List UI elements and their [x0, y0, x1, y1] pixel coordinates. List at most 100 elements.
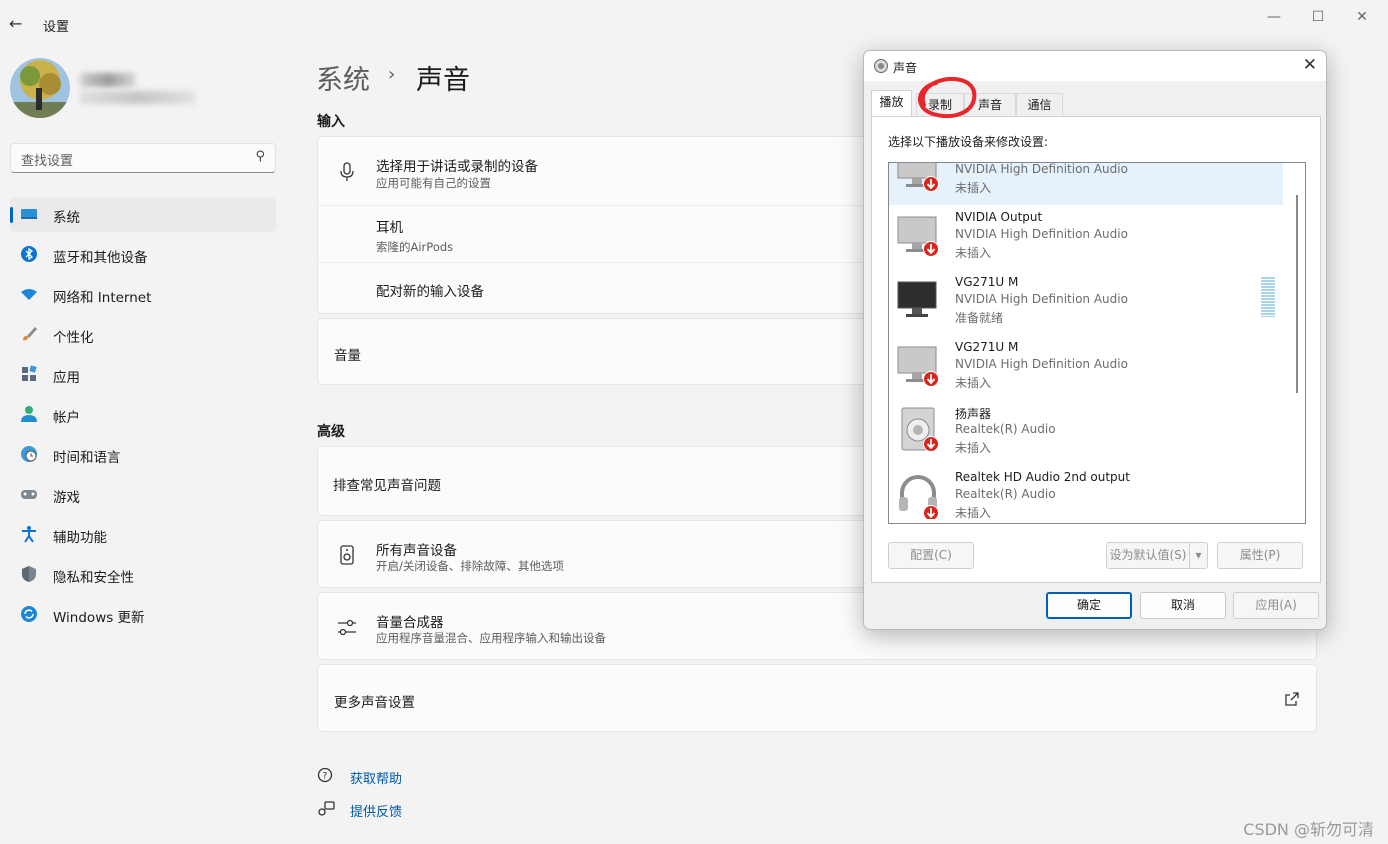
- device-driver: NVIDIA High Definition Audio: [955, 162, 1128, 176]
- scrollbar[interactable]: [1289, 163, 1305, 523]
- maximize-icon[interactable]: ☐: [1309, 8, 1327, 26]
- user-name-blurred: [80, 73, 135, 87]
- wifi-icon: [21, 289, 37, 300]
- device-subtitle: 索隆的AirPods: [376, 240, 454, 254]
- monitor-icon: [897, 163, 939, 192]
- sidebar-item-time-language[interactable]: 时间和语言: [10, 437, 276, 472]
- sidebar-item-accessibility[interactable]: 辅助功能: [10, 517, 276, 552]
- sidebar-item-system[interactable]: 系统: [10, 197, 276, 232]
- device-status: 未插入: [955, 441, 992, 455]
- mixer-icon: [338, 619, 356, 636]
- instruction-text: 选择以下播放设备来修改设置:: [888, 135, 1049, 149]
- device-driver: NVIDIA High Definition Audio: [955, 292, 1128, 306]
- playback-device-list[interactable]: NVIDIA High Definition Audio 未插入 NVIDIA …: [888, 162, 1306, 524]
- sidebar-item-label: 帐户: [53, 410, 80, 426]
- more-sound-settings-card[interactable]: 更多声音设置: [317, 664, 1317, 732]
- sidebar-item-personalization[interactable]: 个性化: [10, 317, 276, 352]
- sidebar-item-label: 游戏: [53, 490, 80, 506]
- scrollbar-thumb[interactable]: [1296, 195, 1298, 393]
- pair-label: 配对新的输入设备: [376, 284, 484, 300]
- external-link-icon: [1285, 692, 1299, 706]
- ok-button[interactable]: 确定: [1046, 592, 1132, 619]
- list-item[interactable]: NVIDIA Output NVIDIA High Definition Aud…: [889, 205, 1283, 270]
- help-icon: ?: [317, 767, 333, 783]
- apply-button[interactable]: 应用(A): [1233, 592, 1319, 619]
- get-help-link[interactable]: 获取帮助: [350, 768, 402, 787]
- device-name: VG271U M: [955, 275, 1019, 289]
- list-item[interactable]: 扬声器 Realtek(R) Audio 未插入: [889, 400, 1283, 465]
- playback-panel: 选择以下播放设备来修改设置: NVIDIA High Definition Au…: [871, 116, 1321, 583]
- mixer-subtitle: 应用程序音量混合、应用程序输入和输出设备: [376, 631, 606, 645]
- dialog-title: 声音: [893, 61, 918, 75]
- sidebar-item-gaming[interactable]: 游戏: [10, 477, 276, 512]
- microphone-icon: [340, 162, 354, 181]
- input-card-title: 选择用于讲话或录制的设备: [376, 159, 538, 175]
- user-email-blurred: [80, 91, 195, 104]
- cancel-button[interactable]: 取消: [1140, 592, 1226, 619]
- set-default-button[interactable]: 设为默认值(S): [1106, 542, 1190, 569]
- input-card-subtitle: 应用可能有自己的设置: [376, 176, 491, 190]
- list-item[interactable]: NVIDIA High Definition Audio 未插入: [889, 162, 1283, 205]
- device-status: 未插入: [955, 181, 992, 195]
- annotation-circle: [917, 76, 977, 119]
- search-input[interactable]: 查找设置 ⚲: [10, 143, 276, 173]
- volume-label: 音量: [334, 348, 361, 364]
- avatar[interactable]: [10, 58, 70, 118]
- sidebar-item-label: 系统: [53, 210, 80, 226]
- globe-clock-icon: [21, 446, 37, 462]
- sidebar-item-privacy[interactable]: 隐私和安全性: [10, 557, 276, 592]
- troubleshoot-label: 排查常见声音问题: [333, 478, 441, 494]
- tab-communications[interactable]: 通信: [1016, 93, 1063, 116]
- breadcrumb-separator: ›: [388, 64, 396, 85]
- section-heading-advanced: 高级: [317, 424, 345, 440]
- svg-text:?: ?: [323, 772, 328, 782]
- give-feedback-link[interactable]: 提供反馈: [350, 801, 402, 820]
- page-title: 声音: [416, 65, 470, 96]
- close-icon[interactable]: ✕: [1353, 8, 1371, 26]
- list-item[interactable]: VG271U M NVIDIA High Definition Audio 准备…: [889, 270, 1283, 335]
- minimize-icon[interactable]: —: [1265, 8, 1283, 26]
- tab-playback[interactable]: 播放: [871, 90, 912, 117]
- sidebar-item-label: 应用: [53, 370, 80, 386]
- device-driver: NVIDIA High Definition Audio: [955, 357, 1128, 371]
- set-default-dropdown-icon[interactable]: ▾: [1189, 542, 1208, 569]
- back-arrow-icon[interactable]: ←: [9, 14, 27, 34]
- speaker-icon: [874, 59, 888, 73]
- sidebar-item-label: 辅助功能: [53, 530, 107, 546]
- sidebar-item-bluetooth[interactable]: 蓝牙和其他设备: [10, 237, 276, 272]
- device-status: 未插入: [955, 506, 992, 520]
- device-status: 未插入: [955, 246, 992, 260]
- gamepad-icon: [21, 490, 37, 499]
- device-name: NVIDIA Output: [955, 210, 1043, 224]
- breadcrumb-parent[interactable]: 系统: [316, 58, 370, 97]
- sidebar-item-network[interactable]: 网络和 Internet: [10, 277, 276, 312]
- list-item[interactable]: VG271U M NVIDIA High Definition Audio 未插…: [889, 335, 1283, 400]
- feedback-icon: [318, 801, 335, 816]
- device-status: 准备就绪: [955, 311, 1004, 325]
- sidebar-item-windows-update[interactable]: Windows 更新: [10, 597, 276, 632]
- dialog-close-icon[interactable]: ✕: [1303, 55, 1317, 75]
- all-devices-title: 所有声音设备: [376, 543, 457, 559]
- device-driver: NVIDIA High Definition Audio: [955, 227, 1128, 241]
- sidebar-item-accounts[interactable]: 帐户: [10, 397, 276, 432]
- device-name: 扬声器: [955, 407, 992, 421]
- monitor-dark-icon: [897, 281, 937, 317]
- audio-level-meter: [1261, 277, 1275, 317]
- configure-button[interactable]: 配置(C): [888, 542, 974, 569]
- speaker-device-icon: [901, 407, 939, 452]
- brush-icon: [23, 327, 37, 341]
- device-status: 未插入: [955, 376, 992, 390]
- search-icon: ⚲: [255, 149, 265, 164]
- sidebar-item-apps[interactable]: 应用: [10, 357, 276, 392]
- system-icon: [21, 209, 37, 219]
- sound-dialog: 声音 ✕ 播放 录制 声音 通信 选择以下播放设备来修改设置: NVIDIA H…: [863, 50, 1327, 630]
- app-title: 设置: [43, 20, 70, 35]
- speaker-device-icon: [340, 545, 354, 565]
- search-placeholder: 查找设置: [21, 154, 74, 169]
- list-item[interactable]: Realtek HD Audio 2nd output Realtek(R) A…: [889, 465, 1283, 523]
- properties-button[interactable]: 属性(P): [1217, 542, 1303, 569]
- device-name: Realtek HD Audio 2nd output: [955, 470, 1130, 484]
- sidebar-item-label: 隐私和安全性: [53, 570, 134, 586]
- device-name: VG271U M: [955, 340, 1019, 354]
- update-icon: [21, 606, 37, 622]
